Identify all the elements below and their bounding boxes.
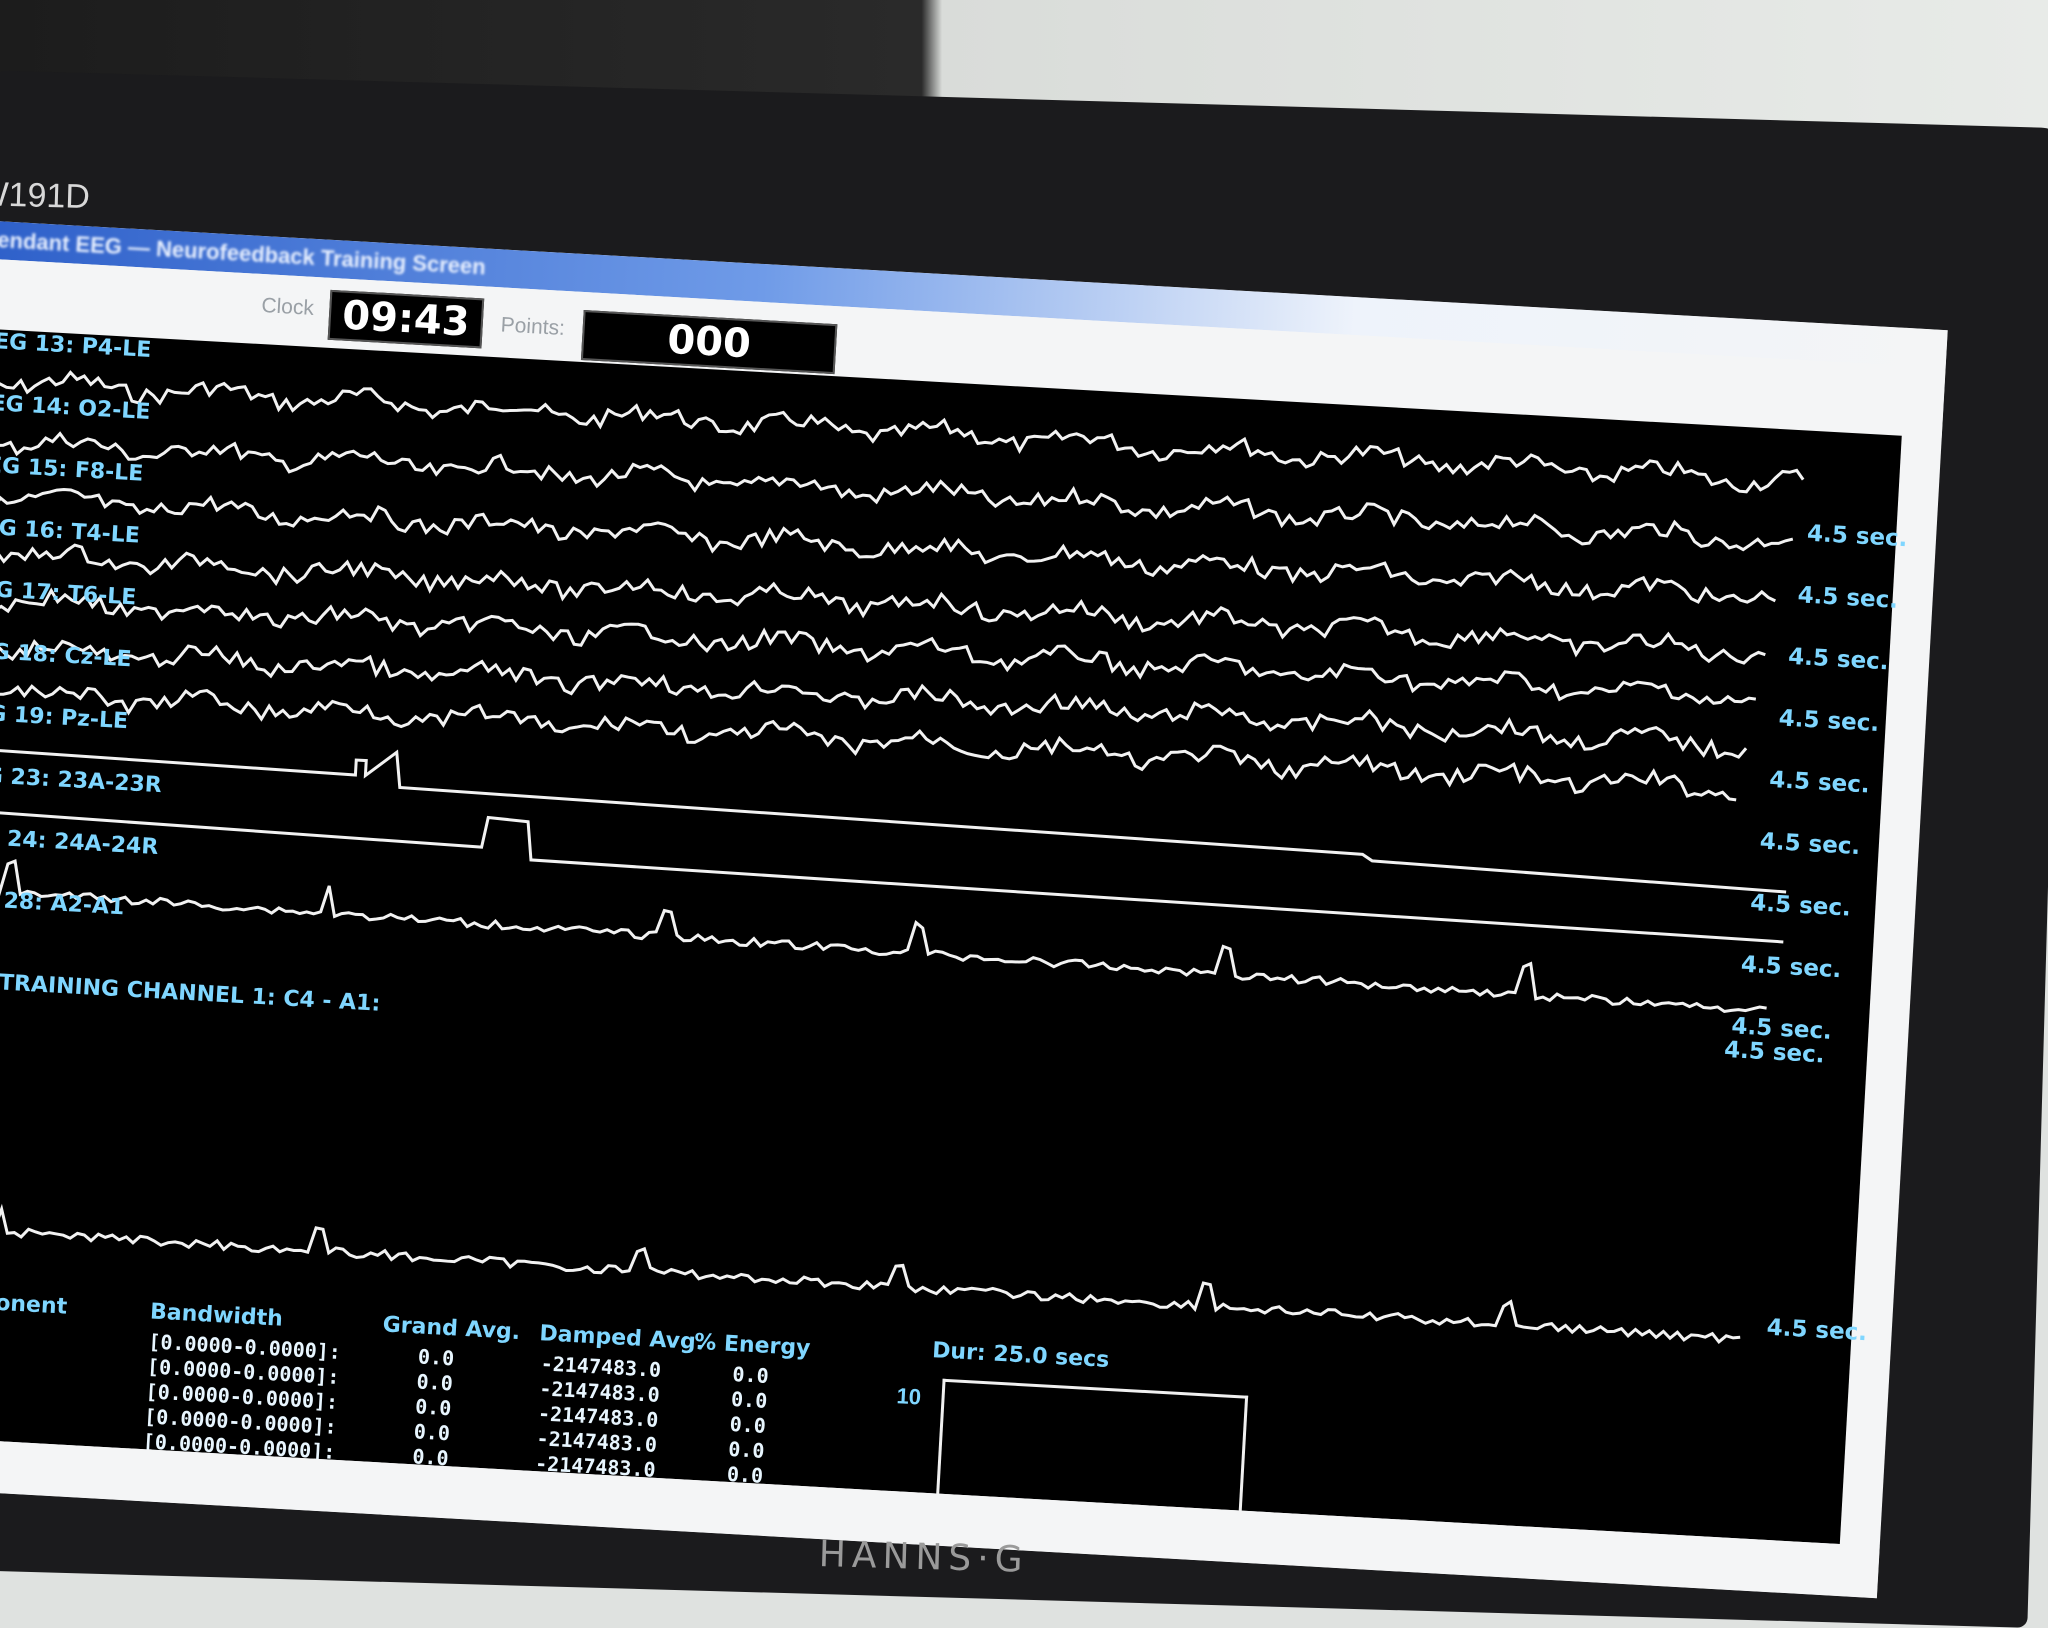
table-cell: 0.0 [730, 1386, 768, 1413]
clock-display: 09:43 [327, 289, 485, 349]
window-length-label: 4.5 sec. [1740, 951, 1842, 984]
table-cell: -2147483.0 [530, 1526, 653, 1557]
eeg-trace [0, 487, 1777, 604]
table-cell: 0.0 [727, 1436, 766, 1463]
monitor-brand-logo: HANNS·G [818, 1534, 1030, 1581]
table-cell: 0.0 [415, 1369, 454, 1396]
table-cell: 0.0 [414, 1394, 453, 1421]
table-cell: 0.0 [722, 1536, 760, 1563]
window-length-label: 4.5 sec. [1759, 828, 1861, 861]
eeg-trace [0, 808, 1784, 944]
table-cell: 0.0 [413, 1419, 451, 1446]
table-cell: 0.0 [731, 1362, 770, 1388]
eeg-trace [0, 431, 1794, 552]
screen: Pendant EEG — Neurofeedback Training Scr… [0, 219, 1948, 1599]
window-length-label: 4.5 sec. [1796, 582, 1899, 614]
table-cell: 0.0 [417, 1344, 455, 1371]
table-cell: 0.0 [729, 1411, 767, 1438]
eeg-trace [0, 746, 1787, 894]
bar-scale-max: 10 [895, 1383, 922, 1410]
clock-label: Clock [260, 294, 315, 320]
eeg-panel: EEG 13: P4-LE EEG 14: O2-LE 4.5 sec. EEG 15… [0, 327, 1908, 1563]
eeg-trace [0, 684, 1737, 802]
eeg-trace [0, 543, 1766, 665]
window-length-label: 4.5 sec. [1749, 890, 1852, 922]
window-length-label: 4.5 sec. [1787, 643, 1890, 676]
window-length-extra-1: 4.5 sec. [1766, 1314, 1868, 1347]
window-length-label: 4.5 sec. [1806, 520, 1909, 553]
window-length-label: 4.5 sec. [1768, 766, 1871, 799]
table-cell: 0.0 [407, 1519, 446, 1546]
window-length-label: 4.5 sec. [1778, 705, 1880, 737]
points-label: Points: [500, 313, 566, 340]
monitor-bezel: W191D Pendant EEG — Neurofeedback Traini… [0, 70, 2048, 1628]
window-length-label: 4.5 sec. [1723, 1036, 1826, 1069]
monitor-model-label: W191D [0, 174, 91, 217]
